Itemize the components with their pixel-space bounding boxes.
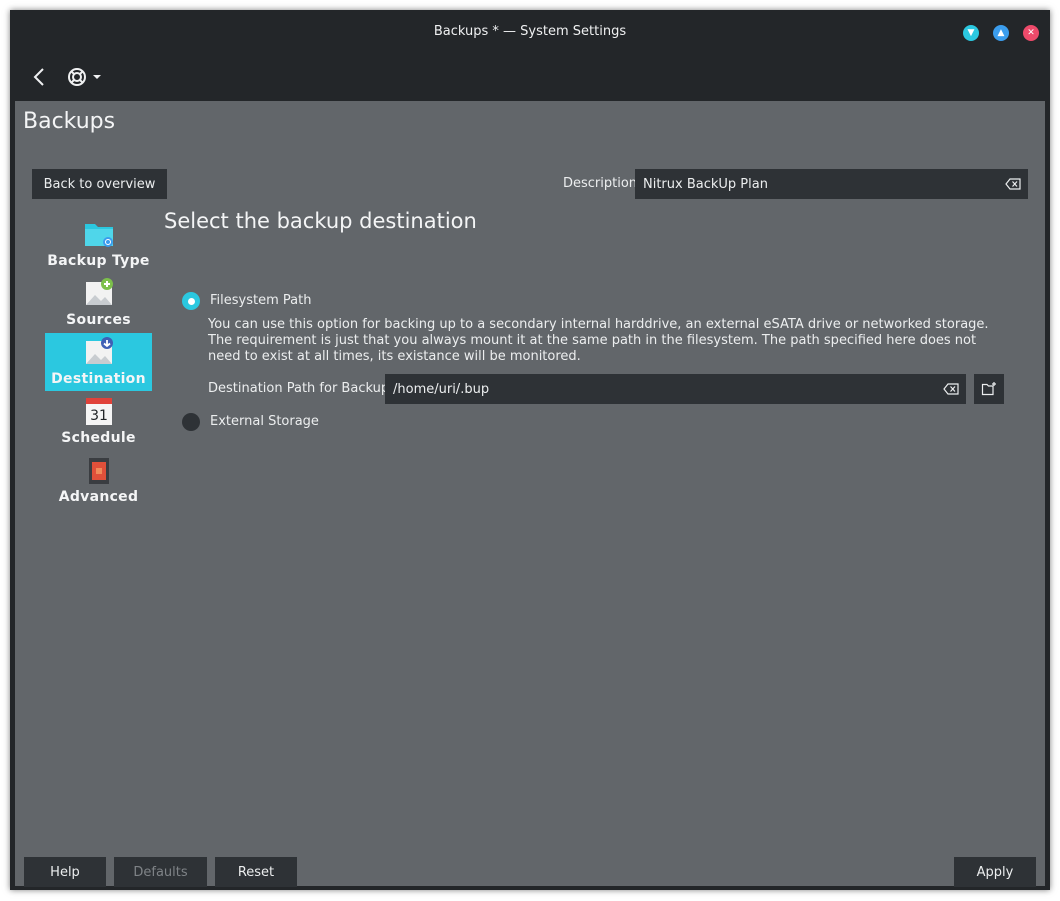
sidebar-item-advanced[interactable]: Advanced bbox=[45, 451, 152, 509]
sidebar-item-sources[interactable]: Sources bbox=[45, 274, 152, 332]
filesystem-path-label[interactable]: Filesystem Path bbox=[210, 293, 311, 308]
sidebar-item-schedule[interactable]: 31 Schedule bbox=[45, 392, 152, 450]
dropdown-arrow-icon bbox=[93, 75, 101, 79]
help-button[interactable]: Help bbox=[24, 857, 106, 887]
radio-dot bbox=[187, 297, 195, 305]
sidebar-item-label: Destination bbox=[51, 371, 146, 387]
settings-window: Backups * — System Settings ▼ ▲ ✕ Backup… bbox=[10, 10, 1050, 890]
sidebar-item-destination[interactable]: Destination bbox=[45, 333, 152, 391]
filesystem-description: You can use this option for backing up t… bbox=[208, 317, 989, 364]
content-area: Backups Back to overview Description: Ni… bbox=[15, 101, 1045, 887]
destination-icon bbox=[85, 337, 113, 364]
folder-icon bbox=[84, 224, 113, 247]
destination-path-value: /home/uri/.bup bbox=[393, 381, 490, 397]
description-value: Nitrux BackUp Plan bbox=[643, 176, 768, 192]
title-bar[interactable]: Backups * — System Settings ▼ ▲ ✕ bbox=[10, 10, 1050, 56]
description-field[interactable]: Nitrux BackUp Plan bbox=[635, 169, 1028, 199]
filesystem-path-radio[interactable] bbox=[182, 292, 200, 310]
external-storage-label[interactable]: External Storage bbox=[210, 414, 319, 429]
back-button[interactable] bbox=[30, 66, 50, 88]
sidebar-item-label: Backup Type bbox=[47, 253, 150, 269]
section-title: Select the backup destination bbox=[164, 209, 477, 233]
sources-icon bbox=[85, 278, 113, 305]
help-menu-button[interactable] bbox=[66, 66, 106, 88]
description-label: Description: bbox=[563, 176, 642, 191]
toolbar bbox=[10, 56, 1050, 101]
sidebar-item-label: Schedule bbox=[61, 430, 136, 446]
lifebuoy-icon bbox=[68, 68, 86, 86]
destination-path-input[interactable]: /home/uri/.bup bbox=[385, 374, 966, 404]
destination-path-label: Destination Path for Backup: bbox=[208, 381, 394, 396]
page-title: Backups bbox=[23, 109, 116, 134]
sidebar-item-label: Advanced bbox=[58, 489, 139, 505]
defaults-button: Defaults bbox=[114, 857, 207, 887]
close-button[interactable]: ✕ bbox=[1023, 25, 1039, 41]
window-title: Backups * — System Settings bbox=[433, 24, 627, 39]
chevron-up-icon: ▲ bbox=[997, 27, 1005, 38]
back-arrow-icon bbox=[33, 68, 44, 86]
chevron-down-icon: ▼ bbox=[967, 27, 975, 38]
close-icon: ✕ bbox=[1027, 27, 1035, 38]
reset-button[interactable]: Reset bbox=[215, 857, 297, 887]
back-to-overview-button[interactable]: Back to overview bbox=[32, 169, 167, 199]
sidebar-item-backup-type[interactable]: Backup Type bbox=[45, 215, 152, 273]
clear-text-icon[interactable] bbox=[1005, 178, 1021, 190]
folder-open-icon bbox=[981, 382, 996, 396]
advanced-icon bbox=[88, 458, 109, 484]
maximize-button[interactable]: ▲ bbox=[993, 25, 1009, 41]
minimize-button[interactable]: ▼ bbox=[963, 25, 979, 41]
calendar-icon: 31 bbox=[85, 398, 112, 425]
svg-text:31: 31 bbox=[90, 408, 108, 424]
apply-button[interactable]: Apply bbox=[954, 857, 1036, 887]
browse-folder-button[interactable] bbox=[974, 374, 1004, 404]
clear-text-icon[interactable] bbox=[943, 383, 959, 395]
sidebar-item-label: Sources bbox=[66, 312, 131, 328]
external-storage-radio[interactable] bbox=[182, 413, 200, 431]
